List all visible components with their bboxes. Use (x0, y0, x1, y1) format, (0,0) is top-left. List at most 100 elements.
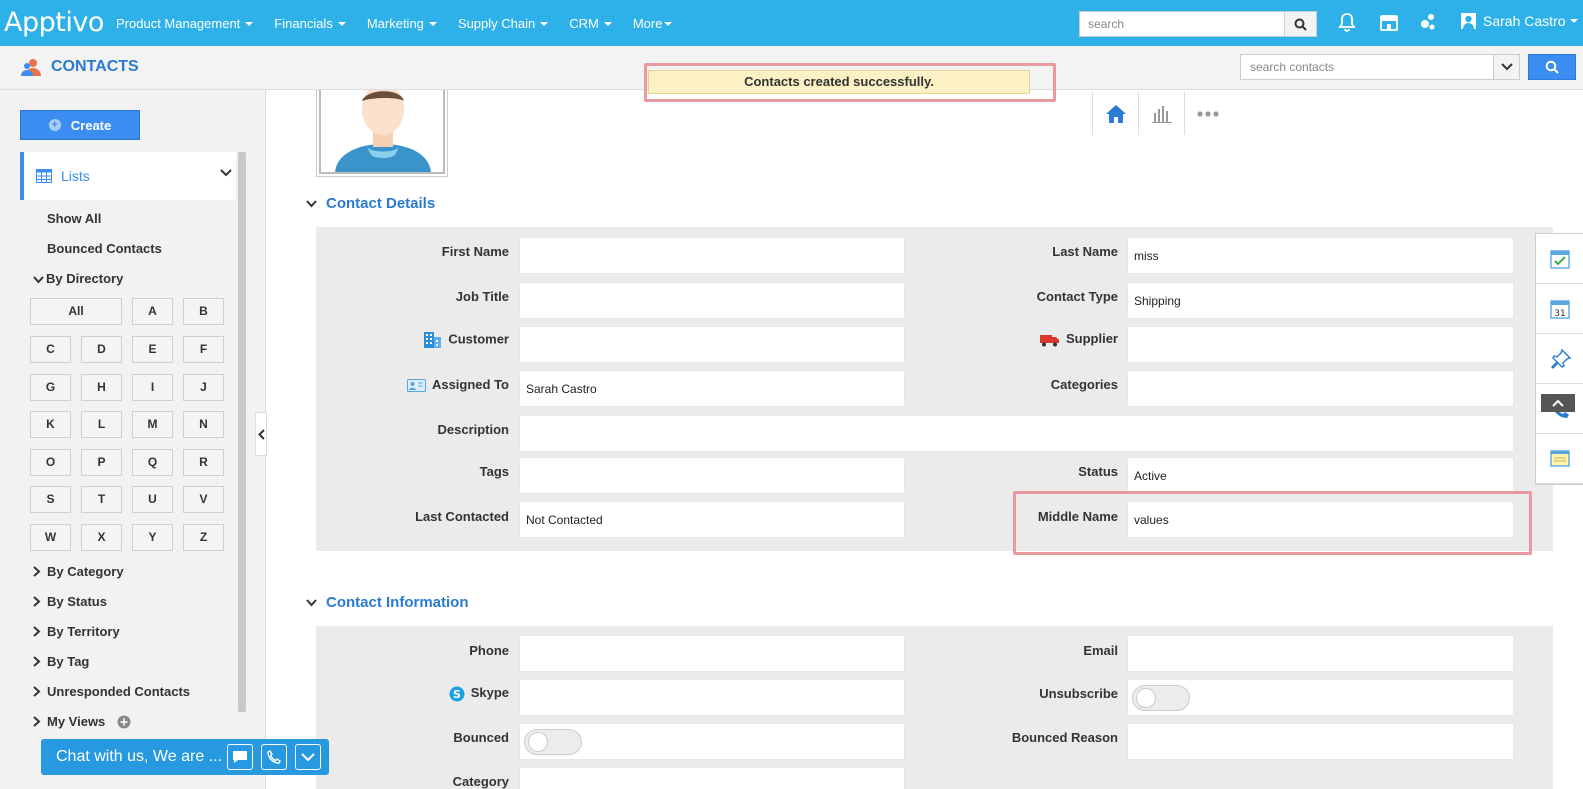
directory-letter-d[interactable]: D (81, 336, 122, 363)
contacts-icon (21, 59, 41, 76)
supplier-label: Supplier (928, 331, 1118, 347)
contact-search-button[interactable] (1528, 54, 1576, 80)
directory-letter-b[interactable]: B (183, 298, 224, 325)
directory-letter-v[interactable]: V (183, 486, 224, 513)
directory-letter-z[interactable]: Z (183, 524, 224, 551)
description-field[interactable] (519, 415, 1514, 452)
bell-icon[interactable] (1338, 12, 1356, 35)
tool-calendar[interactable]: 31 (1536, 284, 1583, 334)
sidebar-item-show-all[interactable]: Show All (47, 211, 101, 226)
last-contacted-field[interactable]: Not Contacted (519, 501, 905, 538)
unsubscribe-toggle[interactable] (1132, 685, 1190, 711)
supplier-field[interactable] (1127, 326, 1514, 363)
directory-letter-h[interactable]: H (81, 374, 122, 401)
global-search-input[interactable] (1080, 12, 1284, 36)
module-title[interactable]: CONTACTS (20, 57, 139, 77)
sidebar-item-by-tag[interactable]: By Tag (33, 654, 89, 669)
directory-letter-t[interactable]: T (81, 486, 122, 513)
directory-letter-r[interactable]: R (183, 449, 224, 476)
directory-letter-all[interactable]: All (30, 298, 122, 325)
phone-field[interactable] (519, 635, 905, 672)
unsubscribe-label: Unsubscribe (1039, 686, 1118, 701)
directory-letter-m[interactable]: M (132, 411, 173, 438)
category-field[interactable] (519, 767, 905, 789)
contact-information-header[interactable]: Contact Information (306, 594, 469, 611)
directory-letter-q[interactable]: Q (132, 449, 173, 476)
sidebar-item-by-status[interactable]: By Status (33, 594, 107, 609)
add-circle-icon[interactable] (117, 715, 131, 729)
directory-letter-s[interactable]: S (30, 486, 71, 513)
bounced-toggle[interactable] (524, 729, 582, 755)
sidebar-item-bounced-contacts[interactable]: Bounced Contacts (47, 241, 162, 256)
sidebar-item-by-category[interactable]: By Category (33, 564, 124, 579)
sidebar-scrollbar[interactable] (238, 152, 246, 712)
directory-letter-i[interactable]: I (132, 374, 173, 401)
global-search-button[interactable] (1284, 12, 1316, 36)
directory-letter-j[interactable]: J (183, 374, 224, 401)
contact-search-dropdown[interactable] (1493, 55, 1519, 79)
status-field[interactable]: Active (1127, 457, 1514, 494)
directory-letter-y[interactable]: Y (132, 524, 173, 551)
bounced-reason-label: Bounced Reason (1011, 730, 1118, 745)
directory-letter-a[interactable]: A (132, 298, 173, 325)
user-avatar-icon (1461, 13, 1476, 29)
customer-field[interactable] (519, 326, 905, 363)
contact-details-header[interactable]: Contact Details (306, 195, 435, 212)
categories-field[interactable] (1127, 370, 1514, 407)
nav-crm[interactable]: CRM (569, 16, 612, 31)
user-menu[interactable]: Sarah Castro (1461, 13, 1579, 29)
directory-letter-x[interactable]: X (81, 524, 122, 551)
sidebar-item-my-views[interactable]: My Views (33, 714, 131, 729)
directory-letter-c[interactable]: C (30, 336, 71, 363)
nav-financials[interactable]: Financials (274, 16, 346, 31)
directory-letter-l[interactable]: L (81, 411, 122, 438)
skype-field[interactable] (519, 679, 905, 716)
directory-letter-n[interactable]: N (183, 411, 224, 438)
chat-message-button[interactable] (227, 744, 253, 770)
lists-header[interactable]: Lists (20, 152, 236, 200)
caret-down-icon (428, 22, 437, 27)
contact-type-field[interactable]: Shipping (1127, 282, 1514, 319)
chat-call-button[interactable] (261, 744, 287, 770)
directory-letter-g[interactable]: G (30, 374, 71, 401)
nav-supply-chain[interactable]: Supply Chain (458, 16, 549, 31)
sidebar-item-by-directory[interactable]: By Directory (33, 271, 123, 286)
sidebar-collapse-button[interactable] (255, 412, 267, 456)
bounced-label: Bounced (453, 730, 509, 745)
email-field[interactable] (1127, 635, 1514, 672)
chevron-right-icon (33, 596, 41, 607)
nav-more[interactable]: More (633, 16, 673, 31)
directory-letter-f[interactable]: F (183, 336, 224, 363)
directory-letter-o[interactable]: O (30, 449, 71, 476)
directory-letter-e[interactable]: E (132, 336, 173, 363)
tags-field[interactable] (519, 457, 905, 494)
directory-letter-p[interactable]: P (81, 449, 122, 476)
create-button[interactable]: + Create (20, 110, 140, 140)
tool-pin[interactable] (1536, 334, 1583, 384)
sidebar-item-unresponded-contacts[interactable]: Unresponded Contacts (33, 684, 190, 699)
tool-task[interactable] (1536, 234, 1583, 284)
directory-letter-u[interactable]: U (132, 486, 173, 513)
contact-search-input[interactable] (1241, 55, 1493, 79)
search-icon (1294, 18, 1307, 31)
tool-note[interactable] (1536, 434, 1583, 484)
first-name-field[interactable] (519, 237, 905, 274)
nav-marketing[interactable]: Marketing (367, 16, 437, 31)
job-title-field[interactable] (519, 282, 905, 319)
app-logo[interactable]: Apptivo (4, 7, 104, 38)
sidebar-item-by-territory[interactable]: By Territory (33, 624, 120, 639)
scroll-top-button[interactable] (1541, 394, 1575, 412)
store-icon[interactable] (1379, 12, 1399, 35)
apps-icon[interactable] (1419, 12, 1437, 35)
assigned-to-field[interactable]: Sarah Castro (519, 370, 905, 407)
last-name-field[interactable]: miss (1127, 237, 1514, 274)
nav-product-management[interactable]: Product Management (116, 16, 254, 31)
contact-photo[interactable] (316, 90, 448, 177)
directory-letter-k[interactable]: K (30, 411, 71, 438)
chevron-down-icon (1500, 63, 1513, 71)
chat-widget[interactable]: Chat with us, We are ... (41, 739, 329, 775)
directory-letter-w[interactable]: W (30, 524, 71, 551)
note-icon (1550, 449, 1570, 467)
chat-minimize-button[interactable] (295, 744, 321, 770)
bounced-reason-field[interactable] (1127, 723, 1514, 760)
